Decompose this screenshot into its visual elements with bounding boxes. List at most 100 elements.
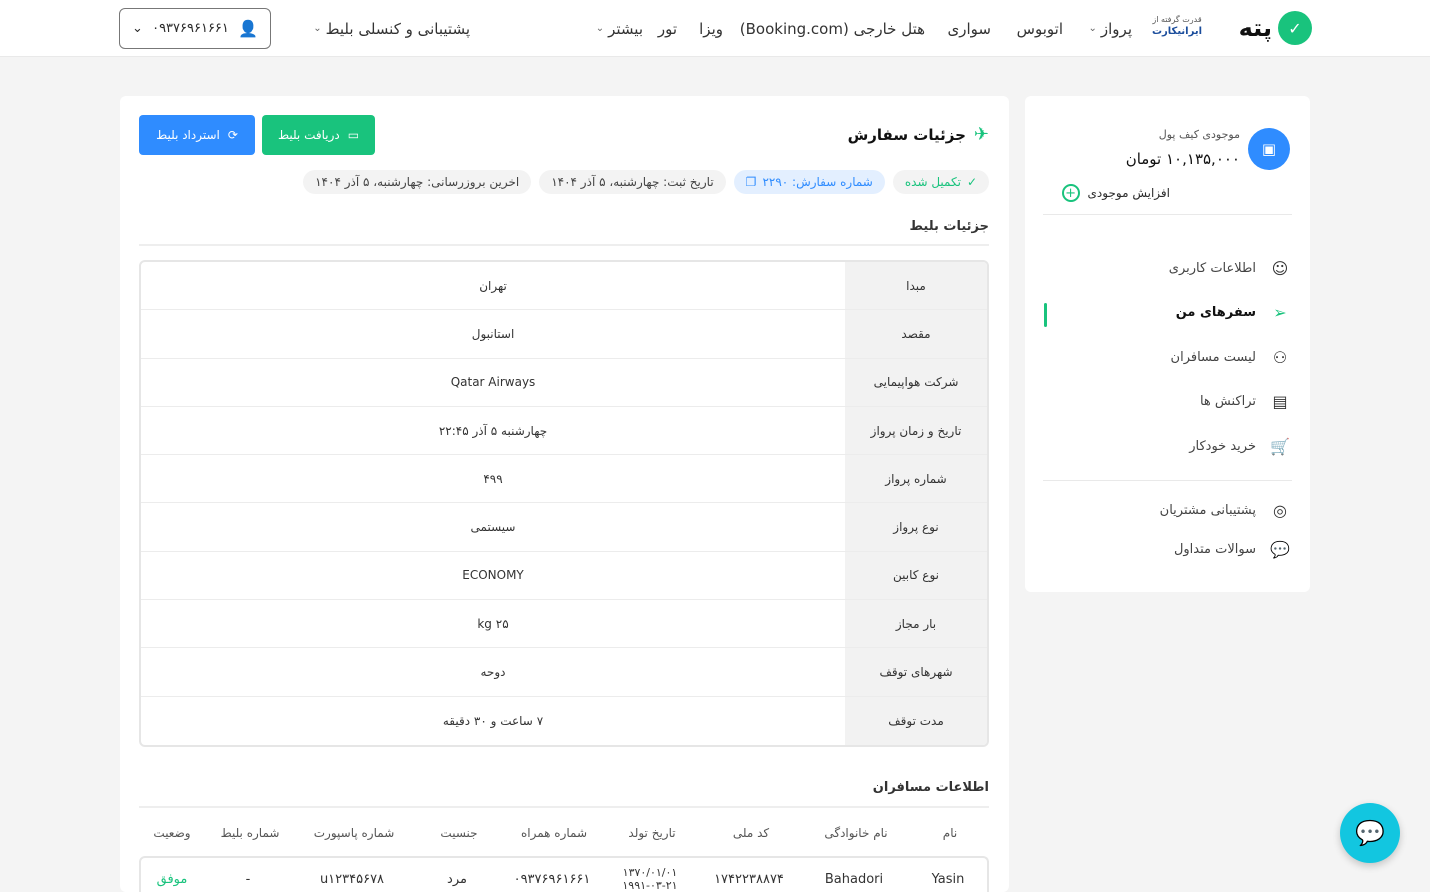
nav-support[interactable]: پشتیبانی و کنسلی بلیط ⌄ — [313, 0, 470, 57]
row-label: بار مجاز — [845, 600, 987, 648]
chevron-down-icon: ⌄ — [313, 23, 322, 34]
nav-more-label: بیشتر — [608, 19, 643, 38]
row-label: مبدا — [845, 262, 987, 310]
add-credit-button[interactable]: افزایش موجودی + — [1061, 184, 1170, 202]
passenger-dob-jalali: ۱۳۷۰/۰۱/۰۱ — [622, 866, 678, 879]
column-header: نام خانوادگی — [824, 826, 888, 840]
ticket-details-table: مبدا تهران مقصد استانبول شرکت هواپیمایی Qat… — [139, 260, 989, 747]
partner-badge: قدرت گرفته از ایرانیکارت — [1148, 14, 1206, 38]
row-value: چهارشنبه ۵ آذر ۲۲:۴۵ — [438, 423, 548, 438]
row-value: استانبول — [471, 326, 515, 341]
user-icon: 👤 — [238, 19, 258, 38]
sidebar-item-passengers[interactable]: ⚇ لیست مسافران — [1045, 342, 1290, 372]
nav-visa-label: ویزا — [699, 19, 723, 38]
passengers-section-title: اطلاعات مسافران — [872, 780, 989, 795]
row-label: نوع کابین — [845, 551, 987, 600]
row-value: ۴۹۹ — [483, 471, 503, 486]
wallet-icon: ▣ — [1248, 128, 1290, 170]
sidebar-item-auto-purchase[interactable]: 🛒 خرید خودکار — [1045, 431, 1290, 461]
nav-hotel[interactable]: هتل خارجی (Booking.com) — [740, 0, 925, 57]
row-label: نوع پرواز — [845, 503, 987, 551]
row-label: شرکت هواپیمایی — [845, 358, 987, 406]
chat-icon: 💬 — [1355, 819, 1385, 847]
user-icon: ☺ — [1271, 258, 1289, 278]
download-ticket-button[interactable]: ▭ دریافت بلیط — [262, 115, 375, 155]
nav-car-label: سواری — [947, 19, 991, 38]
passengers-table-header: نام نام خانوادگی کد ملی تاریخ تولد شماره… — [139, 826, 989, 840]
refresh-icon: ⟳ — [227, 128, 238, 142]
chevron-down-icon: ⌄ — [1088, 23, 1097, 34]
send-icon: ➢ — [1273, 302, 1287, 322]
order-title: ✈ جزئیات سفارش — [848, 124, 989, 145]
sidebar-item-label: سفرهای من — [1175, 304, 1256, 320]
passenger-last-name: Bahadori — [824, 871, 884, 887]
sidebar-item-transactions[interactable]: ▤ تراکنش ها — [1045, 386, 1290, 416]
users-icon: ⚇ — [1272, 347, 1288, 367]
chevron-down-icon: ⌄ — [595, 23, 605, 34]
column-header: جنسیت — [440, 826, 478, 840]
order-number-chip[interactable]: شماره سفارش: ۲۲۹۰ ❐ — [733, 170, 885, 194]
nav-support-label: پشتیبانی و کنسلی بلیط — [325, 19, 470, 38]
account-phone: ۰۹۳۷۶۹۶۱۶۶۱ — [152, 21, 229, 36]
column-header: تاریخ تولد — [628, 826, 676, 840]
updated-date-text: اخرین بروزرسانی: چهارشنبه، ۵ آذر ۱۴۰۴ — [315, 175, 520, 189]
row-value: تهران — [479, 278, 507, 293]
sidebar-item-label: پشتیبانی مشتریان — [1159, 502, 1256, 518]
registered-date-chip: تاریخ ثبت: چهارشنبه، ۵ آذر ۱۴۰۴ — [539, 170, 726, 194]
account-button[interactable]: 👤 ۰۹۳۷۶۹۶۱۶۶۱ ⌄ — [119, 8, 271, 49]
check-circle-icon: ✓ — [966, 175, 977, 189]
brand-logo[interactable]: ✓ پته — [1220, 9, 1312, 47]
passenger-gender: مرد — [447, 871, 467, 887]
nav-tour[interactable]: تور — [658, 0, 677, 57]
nav-bus[interactable]: اتوبوس — [1017, 0, 1063, 57]
cart-icon: 🛒 — [1270, 436, 1290, 456]
chevron-down-icon: ⌄ — [132, 21, 143, 36]
faq-icon: 💬 — [1270, 539, 1290, 559]
row-label: شهرهای توقف — [845, 648, 987, 696]
partner-caption: قدرت گرفته از — [1152, 15, 1202, 24]
order-meta-chips: ✓ تکمیل شده شماره سفارش: ۲۲۹۰ ❐ تاریخ ثب… — [303, 170, 989, 194]
passenger-national-id: ۱۷۴۲۲۳۸۸۷۴ — [714, 871, 784, 887]
partner-name: ایرانیکارت — [1151, 26, 1203, 37]
table-row: نوع پرواز سیستمی — [141, 503, 987, 552]
sidebar-item-my-trips[interactable]: ➢ سفرهای من — [1045, 297, 1290, 327]
registered-date-text: تاریخ ثبت: چهارشنبه، ۵ آذر ۱۴۰۴ — [551, 175, 714, 189]
account-sidebar: ▣ موجودی کیف پول ۱۰,۱۳۵,۰۰۰ تومان افزایش… — [1025, 96, 1310, 592]
sidebar-item-faq[interactable]: 💬 سوالات متداول — [1045, 534, 1290, 564]
nav-flight[interactable]: پرواز ⌄ — [1089, 0, 1133, 57]
sidebar-item-label: لیست مسافران — [1170, 349, 1256, 365]
top-header: ✓ پته قدرت گرفته از ایرانیکارت پرواز ⌄ ا… — [0, 0, 1430, 57]
refund-ticket-label: استرداد بلیط — [156, 128, 220, 142]
refund-ticket-button[interactable]: ⟳ استرداد بلیط — [139, 115, 255, 155]
brand-name: پته — [1238, 14, 1272, 42]
chat-button[interactable]: 💬 — [1340, 803, 1400, 863]
nav-more[interactable]: بیشتر ⌄ — [596, 0, 643, 57]
plane-icon: ✈ — [973, 124, 989, 145]
row-label: مدت توقف — [845, 696, 987, 745]
sidebar-item-label: سوالات متداول — [1173, 541, 1256, 557]
ticket-section-title: جزئیات بلیط — [909, 219, 989, 234]
nav-bus-label: اتوبوس — [1016, 19, 1063, 38]
nav-tour-label: تور — [657, 19, 677, 38]
plus-icon: + — [1061, 184, 1080, 202]
nav-car[interactable]: سواری — [948, 0, 991, 57]
wallet-label: موجودی کیف پول — [1158, 128, 1240, 141]
row-label: تاریخ و زمان پرواز — [845, 406, 987, 455]
row-value: Qatar Airways — [450, 375, 536, 390]
sidebar-item-label: تراکنش ها — [1199, 393, 1256, 409]
passenger-first-name: Yasin — [931, 871, 965, 887]
sidebar-item-support[interactable]: ◎ پشتیبانی مشتریان — [1045, 495, 1290, 525]
divider — [139, 806, 989, 808]
table-row: مبدا تهران — [141, 262, 987, 311]
sidebar-item-profile[interactable]: ☺ اطلاعات کاربری — [1045, 253, 1290, 283]
row-value: دوحه — [480, 665, 506, 680]
status-badge: ✓ تکمیل شده — [892, 170, 989, 194]
nav-visa[interactable]: ویزا — [699, 0, 723, 57]
passenger-dob: ۱۳۷۰/۰۱/۰۱ ۱۹۹۱-۰۳-۲۱ — [601, 866, 699, 892]
table-row: مقصد استانبول — [141, 310, 987, 359]
add-credit-label: افزایش موجودی — [1087, 186, 1170, 200]
row-value: سیستمی — [470, 520, 516, 535]
column-header: کد ملی — [732, 826, 770, 840]
column-header: وضعیت — [153, 826, 191, 840]
row-label: شماره پرواز — [845, 455, 987, 503]
